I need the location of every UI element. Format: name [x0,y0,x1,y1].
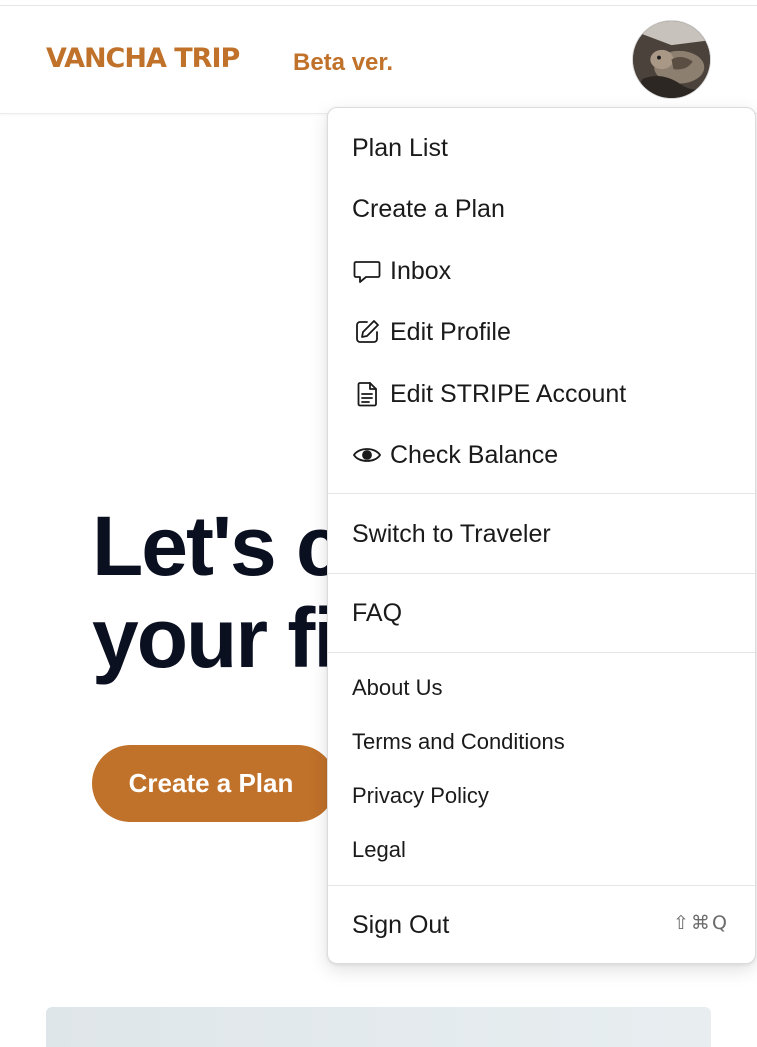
menu-item-label: Plan List [352,133,448,162]
menu-item-label: Edit STRIPE Account [390,379,627,408]
menu-item-faq[interactable]: FAQ [352,593,735,633]
document-icon [352,379,382,409]
menu-item-inbox[interactable]: Inbox [352,251,735,291]
edit-icon [352,317,382,347]
menu-divider [328,652,755,653]
menu-item-terms[interactable]: Terms and Conditions [352,725,735,759]
avatar[interactable] [632,20,711,99]
menu-item-label: Terms and Conditions [352,729,565,754]
menu-item-edit-stripe[interactable]: Edit STRIPE Account [352,374,735,414]
navbar: VANCHA TRIP Beta ver. [0,6,757,114]
menu-item-sign-out[interactable]: Sign Out [352,905,625,945]
menu-item-label: Legal [352,837,406,862]
menu-item-plan-list[interactable]: Plan List [352,128,735,168]
menu-item-label: About Us [352,675,443,700]
menu-item-legal[interactable]: Legal [352,833,735,867]
avatar-photo-icon [633,21,710,98]
menu-item-create-plan[interactable]: Create a Plan [352,189,735,229]
menu-item-label: Check Balance [390,440,559,469]
menu-item-label: Privacy Policy [352,783,489,808]
menu-item-label: FAQ [352,598,403,627]
menu-item-label: Create a Plan [352,194,505,223]
menu-divider [328,573,755,574]
menu-item-privacy[interactable]: Privacy Policy [352,779,735,813]
hero-image-card [46,1007,711,1047]
menu-divider [328,885,755,886]
sign-out-shortcut: ⇧⌘Q [673,912,729,934]
menu-item-label: Edit Profile [390,317,511,346]
account-dropdown-menu: Plan List Create a Plan Inbox Edit Profi… [327,107,756,964]
menu-item-about-us[interactable]: About Us [352,671,735,705]
menu-item-switch-traveler[interactable]: Switch to Traveler [352,514,735,554]
create-plan-button[interactable]: Create a Plan [92,745,336,822]
eye-icon [352,440,382,470]
menu-item-label: Switch to Traveler [352,519,551,548]
chat-bubble-icon [352,256,382,286]
menu-divider [328,493,755,494]
menu-item-label: Inbox [390,256,452,285]
menu-item-label: Sign Out [352,910,450,939]
beta-label: Beta ver. [293,49,394,76]
menu-item-check-balance[interactable]: Check Balance [352,435,735,475]
brand-logo[interactable]: VANCHA TRIP [46,43,240,74]
menu-item-edit-profile[interactable]: Edit Profile [352,312,735,352]
